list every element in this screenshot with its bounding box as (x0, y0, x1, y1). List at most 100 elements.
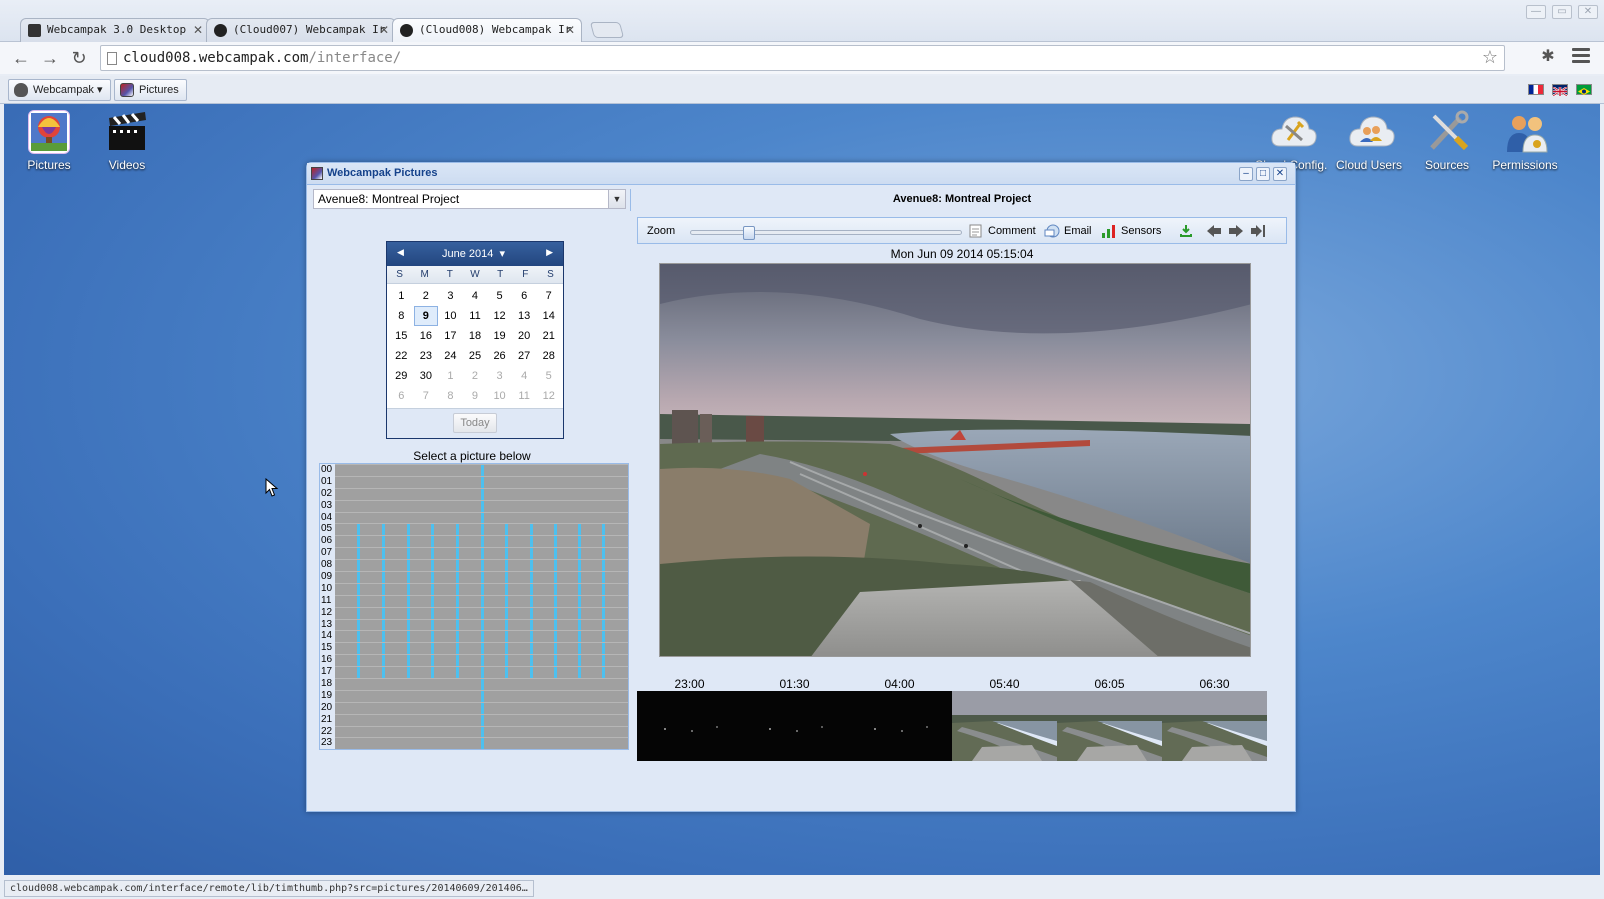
calendar-day[interactable]: 10 (487, 386, 512, 406)
picture-marker[interactable] (481, 738, 484, 750)
desktop-icon-videos[interactable]: Videos (88, 110, 166, 172)
last-picture-button[interactable] (1250, 222, 1268, 240)
hour-picture-bar[interactable] (335, 559, 628, 572)
picture-marker[interactable] (357, 655, 360, 667)
picture-marker[interactable] (602, 536, 605, 548)
calendar-day[interactable]: 7 (414, 386, 439, 406)
picture-marker[interactable] (382, 560, 385, 572)
picture-marker[interactable] (481, 488, 484, 500)
close-tab-icon[interactable]: ✕ (379, 19, 389, 41)
previous-month-icon[interactable]: ◀ (397, 247, 404, 258)
picture-marker[interactable] (602, 572, 605, 583)
calendar-day[interactable]: 10 (438, 306, 463, 326)
picture-marker[interactable] (505, 619, 508, 631)
picture-marker[interactable] (481, 548, 484, 560)
hour-picture-bar[interactable] (335, 642, 628, 655)
picture-marker[interactable] (407, 655, 410, 667)
close-tab-icon[interactable]: ✕ (193, 19, 203, 41)
hour-picture-bar[interactable] (335, 582, 628, 595)
picture-marker[interactable] (530, 595, 533, 607)
picture-marker[interactable] (578, 667, 581, 679)
sensors-button[interactable]: Sensors (1101, 222, 1161, 240)
picture-marker[interactable] (407, 560, 410, 572)
calendar-day[interactable]: 14 (536, 306, 561, 326)
picture-marker[interactable] (382, 583, 385, 595)
picture-marker[interactable] (602, 583, 605, 595)
calendar-day[interactable]: 29 (389, 366, 414, 386)
chevron-down-icon[interactable]: ▼ (608, 190, 625, 208)
picture-marker[interactable] (578, 619, 581, 631)
picture-marker[interactable] (481, 536, 484, 548)
forward-icon[interactable]: → (39, 48, 61, 70)
picture-marker[interactable] (530, 583, 533, 595)
calendar-day[interactable]: 9 (413, 306, 439, 326)
picture-marker[interactable] (505, 560, 508, 572)
calendar-day[interactable]: 15 (389, 326, 414, 346)
new-tab-button[interactable] (589, 22, 625, 38)
picture-marker[interactable] (357, 572, 360, 583)
calendar-day[interactable]: 17 (438, 326, 463, 346)
picture-marker[interactable] (554, 536, 557, 548)
picture-marker[interactable] (530, 619, 533, 631)
calendar-day[interactable]: 6 (389, 386, 414, 406)
calendar-day[interactable]: 5 (536, 366, 561, 386)
picture-marker[interactable] (602, 595, 605, 607)
picture-marker[interactable] (357, 643, 360, 655)
picture-marker[interactable] (554, 643, 557, 655)
picture-marker[interactable] (554, 548, 557, 560)
hour-picture-bar[interactable] (335, 499, 628, 512)
calendar-day[interactable]: 3 (438, 286, 463, 306)
picture-thumbnail[interactable] (637, 691, 742, 761)
browser-tab-2[interactable]: (Cloud007) Webcampak Ir ✕ (206, 18, 396, 42)
hour-picture-bar[interactable] (335, 535, 628, 548)
picture-marker[interactable] (456, 583, 459, 595)
calendar-day[interactable]: 11 (512, 386, 537, 406)
picture-marker[interactable] (530, 560, 533, 572)
calendar-day[interactable]: 5 (487, 286, 512, 306)
picture-marker[interactable] (602, 560, 605, 572)
calendar-day[interactable]: 12 (536, 386, 561, 406)
address-bar[interactable]: cloud008.webcampak.com/interface/ ☆ (100, 45, 1505, 71)
picture-marker[interactable] (456, 536, 459, 548)
extension-icon[interactable]: ✱ (1538, 46, 1558, 66)
calendar-day[interactable]: 2 (414, 286, 439, 306)
picture-marker[interactable] (602, 548, 605, 560)
hour-picture-bar[interactable] (335, 666, 628, 679)
picture-marker[interactable] (481, 702, 484, 714)
picture-marker[interactable] (530, 667, 533, 679)
next-month-icon[interactable]: ▶ (546, 247, 553, 258)
calendar-day[interactable]: 28 (536, 346, 561, 366)
calendar-day[interactable]: 30 (414, 366, 439, 386)
picture-marker[interactable] (602, 631, 605, 643)
hour-picture-bar[interactable] (335, 689, 628, 702)
picture-marker[interactable] (481, 631, 484, 643)
calendar-day[interactable]: 20 (512, 326, 537, 346)
hour-picture-bar[interactable] (335, 701, 628, 714)
picture-marker[interactable] (357, 607, 360, 619)
picture-marker[interactable] (530, 548, 533, 560)
hour-picture-bar[interactable] (335, 678, 628, 690)
hour-picture-bar[interactable] (335, 487, 628, 500)
picture-marker[interactable] (431, 536, 434, 548)
picture-marker[interactable] (578, 548, 581, 560)
zoom-slider[interactable] (690, 226, 962, 240)
picture-marker[interactable] (578, 572, 581, 583)
source-select[interactable]: Avenue8: Montreal Project ▼ (313, 189, 626, 209)
calendar-day[interactable]: 2 (463, 366, 488, 386)
picture-marker[interactable] (382, 536, 385, 548)
picture-marker[interactable] (407, 667, 410, 679)
picture-marker[interactable] (431, 548, 434, 560)
calendar-day[interactable]: 26 (487, 346, 512, 366)
download-button[interactable] (1178, 222, 1196, 240)
maximize-icon[interactable]: □ (1256, 167, 1270, 181)
picture-marker[interactable] (431, 524, 434, 536)
picture-marker[interactable] (554, 667, 557, 679)
picture-thumbnail[interactable] (1162, 691, 1267, 761)
picture-marker[interactable] (407, 607, 410, 619)
picture-marker[interactable] (505, 631, 508, 643)
picture-marker[interactable] (431, 631, 434, 643)
hour-picture-bar[interactable] (335, 630, 628, 643)
close-window-button[interactable]: ✕ (1578, 5, 1598, 19)
picture-marker[interactable] (481, 667, 484, 679)
picture-marker[interactable] (505, 667, 508, 679)
